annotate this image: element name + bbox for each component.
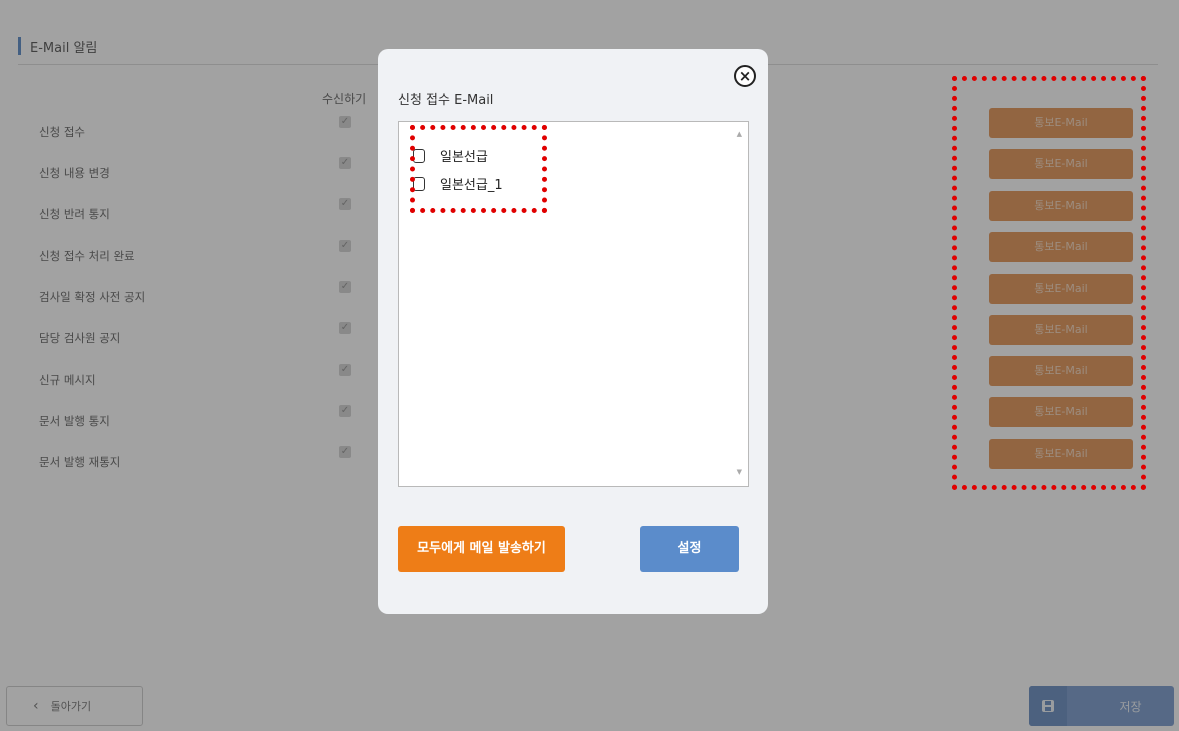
annotation-highlight-list-items	[410, 125, 547, 213]
annotation-highlight-notice-buttons	[952, 76, 1146, 490]
page: E-Mail 알림 수신하기 신청 접수 신청 내용 변경 신청 반려 통지 신…	[0, 0, 1179, 731]
close-icon[interactable]: ×	[734, 65, 756, 87]
scroll-up-icon[interactable]: ▲	[737, 130, 742, 138]
set-button[interactable]: 설정	[640, 526, 739, 572]
send-all-email-button[interactable]: 모두에게 메일 발송하기	[398, 526, 565, 572]
scroll-down-icon[interactable]: ▼	[737, 468, 742, 476]
modal-title: 신청 접수 E-Mail	[398, 93, 494, 108]
